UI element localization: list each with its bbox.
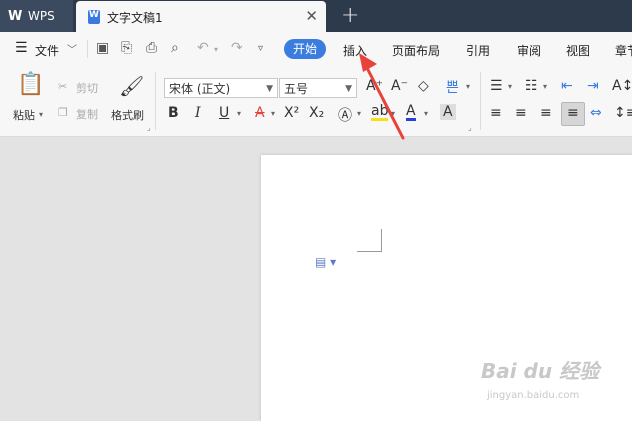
undo-icon[interactable]: ↶ [197, 40, 209, 56]
chevron-down-icon[interactable]: ﹀ [67, 41, 77, 56]
paragraph-layout-icon[interactable]: ▤ ▾ [315, 255, 336, 269]
export-pdf-icon[interactable]: ⎘ [121, 40, 132, 56]
paste-dropdown-icon[interactable]: ▾ [39, 110, 43, 119]
chevron-down-icon[interactable]: ▾ [466, 82, 470, 91]
strikethrough-icon[interactable]: A [255, 105, 265, 121]
wps-label: WPS [28, 9, 55, 23]
increase-indent-icon[interactable]: ⇥ [587, 78, 599, 94]
baidu-watermark: Bai du 经验 [481, 359, 600, 383]
menu-hamburger-icon[interactable]: ☰ [15, 40, 28, 56]
cut-icon[interactable]: ✂ [58, 80, 67, 93]
align-center-icon[interactable]: ≡ [515, 105, 527, 121]
tab-section[interactable]: 章节 [615, 42, 632, 59]
bold-icon[interactable]: B [168, 105, 179, 121]
font-name-select[interactable]: 宋体 (正文) ▼ [164, 78, 278, 98]
font-name-value: 宋体 (正文) [169, 82, 231, 96]
justify-icon: ≡ [567, 105, 579, 121]
close-tab-icon[interactable]: ✕ [305, 7, 318, 25]
italic-icon[interactable]: I [195, 105, 201, 121]
distributed-align-icon[interactable]: ⇔ [590, 105, 602, 121]
annotation-arrow-icon [359, 53, 405, 140]
tab-review[interactable]: 审阅 [517, 42, 541, 59]
copy-icon[interactable]: ❐ [58, 106, 68, 119]
chevron-down-icon[interactable]: ▾ [508, 82, 512, 91]
tab-view[interactable]: 视图 [566, 42, 590, 59]
redo-icon[interactable]: ↷ [231, 40, 243, 56]
clear-format-icon[interactable]: ◇ [418, 78, 429, 94]
print-icon[interactable]: ⎙ [146, 40, 157, 56]
tab-references[interactable]: 引用 [466, 42, 490, 59]
align-right-icon[interactable]: ≡ [540, 105, 552, 121]
writer-doc-icon [88, 10, 100, 24]
text-direction-icon[interactable]: A↕ [612, 78, 632, 94]
ribbon: 📋 粘贴 ▾ ✂ 剪切 ❐ 复制 🖌 格式刷 ⌟ 宋体 (正文) ▼ 五号 ▼ … [0, 66, 632, 137]
bullet-list-icon[interactable]: ☰ [490, 78, 503, 94]
font-dialog-icon[interactable]: ⌟ [468, 123, 472, 132]
text-effect-icon[interactable]: Ⓐ [338, 105, 352, 125]
cut-button[interactable]: 剪切 [76, 80, 98, 96]
baidu-watermark-url: jingyan.baidu.com [487, 390, 580, 401]
clipboard-dialog-icon[interactable]: ⌟ [147, 123, 151, 132]
save-icon[interactable]: ▣ [96, 40, 109, 56]
align-left-icon[interactable]: ≡ [490, 105, 502, 121]
chevron-down-icon: ▼ [266, 84, 273, 94]
chevron-down-icon[interactable]: ▾ [543, 82, 547, 91]
superscript-icon[interactable]: X² [284, 105, 299, 121]
phonetic-guide-icon[interactable]: 쁜 [446, 77, 459, 97]
quick-access-more-icon[interactable]: ▿ [258, 43, 263, 54]
page-margin-corner-mark [357, 229, 382, 252]
divider [87, 40, 88, 58]
decrease-indent-icon[interactable]: ⇤ [561, 78, 573, 94]
new-tab-button[interactable]: + [341, 3, 359, 28]
divider [480, 72, 481, 130]
wps-logo-icon: W [8, 9, 23, 24]
numbered-list-icon[interactable]: ☷ [525, 78, 538, 94]
copy-button[interactable]: 复制 [76, 106, 98, 122]
format-painter-button[interactable]: 格式刷 [111, 107, 144, 123]
chevron-down-icon: ▼ [345, 84, 352, 94]
format-painter-icon[interactable]: 🖌 [119, 74, 144, 98]
file-menu[interactable]: 文件 [35, 42, 59, 59]
justify-button[interactable]: ≡ [561, 102, 585, 126]
underline-icon[interactable]: U [219, 105, 229, 121]
divider [155, 72, 156, 130]
document-tab[interactable]: 文字文稿1 ✕ [76, 1, 326, 32]
chevron-down-icon[interactable]: ▾ [424, 109, 428, 118]
subscript-icon[interactable]: X₂ [309, 105, 324, 121]
document-tab-title: 文字文稿1 [107, 11, 163, 25]
chevron-down-icon[interactable]: ▾ [237, 109, 241, 118]
undo-dropdown-icon[interactable]: ▾ [214, 45, 218, 54]
character-shading-icon[interactable]: A [440, 104, 456, 120]
print-preview-icon[interactable]: ⌕ [171, 40, 179, 56]
paste-button[interactable]: 粘贴 [13, 107, 35, 123]
paste-icon[interactable]: 📋 [17, 72, 44, 97]
font-size-select[interactable]: 五号 ▼ [279, 78, 357, 98]
tab-start[interactable]: 开始 [284, 39, 326, 59]
line-spacing-icon[interactable]: ↕≡ [614, 105, 632, 121]
wps-home-tab[interactable]: W WPS [0, 0, 73, 32]
chevron-down-icon[interactable]: ▾ [271, 109, 275, 118]
font-size-value: 五号 [284, 82, 309, 96]
menu-bar: ☰ 文件 ﹀ ▣ ⎘ ⎙ ⌕ ↶ ▾ ↷ ▿ 开始 插入 页面布局 引用 审阅 … [0, 32, 632, 66]
